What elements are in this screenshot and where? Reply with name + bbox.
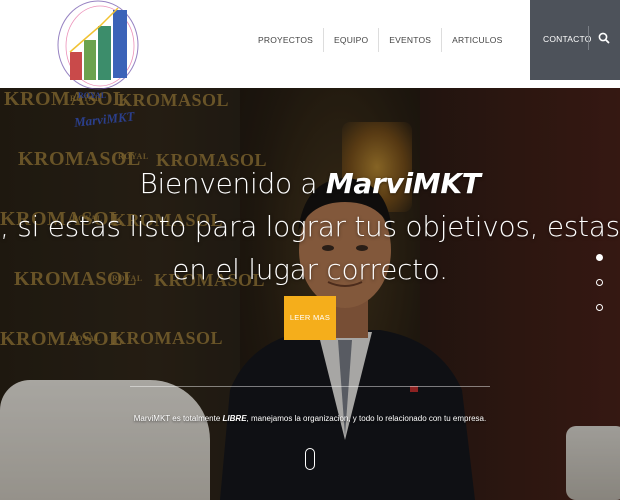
nav-item-articulos[interactable]: ARTICULOS	[441, 28, 512, 52]
logo-royal-text: ROYAL	[78, 91, 106, 100]
hero-slider: KROMASOL KROMASOL ROYAL KROMASOL KROMASO…	[0, 88, 620, 500]
headline-prefix: Bienvenido a	[139, 167, 326, 200]
nav-item-eventos[interactable]: EVENTOS	[378, 28, 441, 52]
headline-brand: MarviMKT	[325, 167, 481, 200]
tagline-suffix: , manejamos la organizacion, y todo lo r…	[246, 414, 487, 423]
hero-overlay	[0, 88, 620, 500]
slide-dot-2[interactable]	[596, 279, 603, 286]
site-header: ROYAL MarviMKT PROYECTOS EQUIPO EVENTOS …	[0, 0, 620, 130]
hero-tagline: MarviMKT es totalmente LIBRE, manejamos …	[0, 414, 620, 423]
scroll-down-icon[interactable]	[305, 448, 315, 470]
hero-headline: Bienvenido a MarviMKT , si estas listo p…	[0, 162, 620, 291]
logo-brand-text: MarviMKT	[72, 108, 136, 129]
nav-item-equipo[interactable]: EQUIPO	[323, 28, 378, 52]
slide-dot-3[interactable]	[596, 304, 603, 311]
main-nav: PROYECTOS EQUIPO EVENTOS ARTICULOS	[248, 28, 512, 52]
slider-pagination	[596, 254, 603, 329]
nav-item-proyectos[interactable]: PROYECTOS	[248, 28, 323, 52]
leer-mas-button[interactable]: LEER MAS	[284, 296, 336, 340]
tagline-prefix: MarviMKT es totalmente	[133, 414, 223, 423]
site-logo[interactable]: ROYAL MarviMKT	[56, 0, 146, 130]
hero-divider	[130, 386, 490, 387]
contact-link[interactable]: CONTACTO	[543, 34, 592, 44]
headline-suffix: , si estas listo para lograr tus objetiv…	[0, 210, 620, 286]
search-icon[interactable]	[597, 31, 611, 45]
tagline-bold: LIBRE	[222, 414, 247, 423]
contact-divider	[588, 26, 589, 50]
slide-dot-1[interactable]	[596, 254, 603, 261]
